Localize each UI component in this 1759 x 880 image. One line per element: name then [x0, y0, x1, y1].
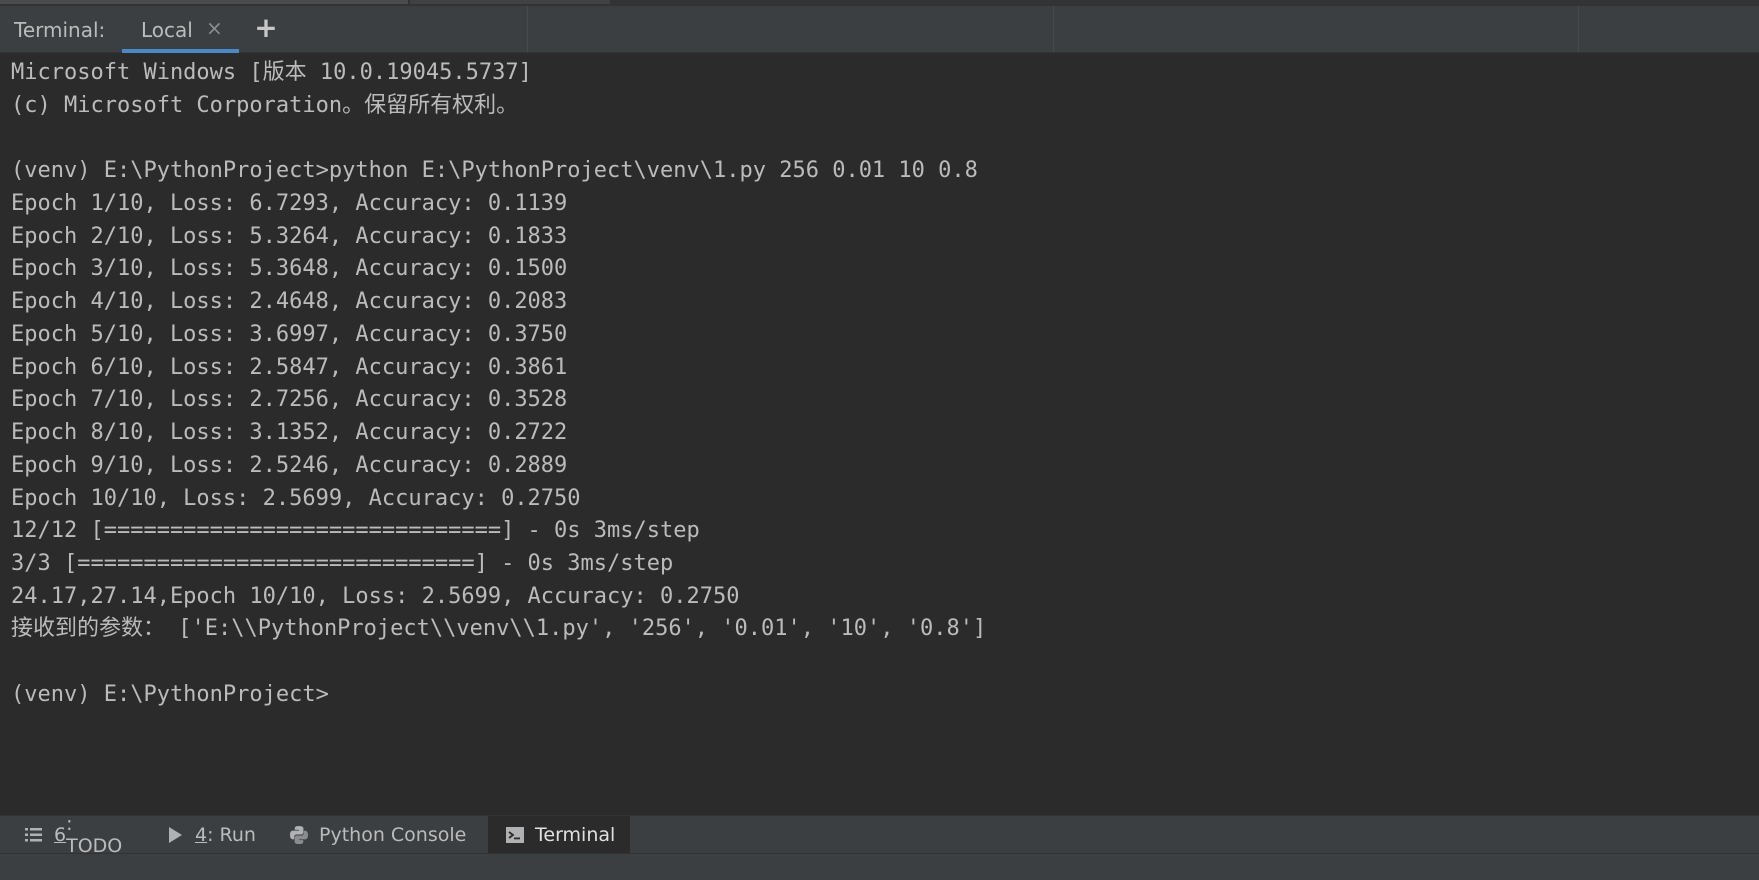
- terminal-line: Epoch 10/10, Loss: 2.5699, Accuracy: 0.2…: [11, 486, 581, 511]
- terminal-line: (venv) E:\PythonProject>python E:\Python…: [11, 158, 978, 183]
- terminal-line: 接收到的参数： ['E:\\PythonProject\\venv\\1.py'…: [11, 616, 987, 641]
- terminal-line: Epoch 4/10, Loss: 2.4648, Accuracy: 0.20…: [11, 289, 568, 314]
- list-icon: [24, 825, 44, 845]
- run-label: : Run: [207, 824, 256, 846]
- terminal-line: Epoch 1/10, Loss: 6.7293, Accuracy: 0.11…: [11, 191, 568, 216]
- todo-label: : TODO: [66, 813, 123, 857]
- header-divider: [1578, 6, 1579, 52]
- terminal-line: Epoch 2/10, Loss: 5.3264, Accuracy: 0.18…: [11, 224, 568, 249]
- todo-tool-button[interactable]: 6 : TODO: [12, 813, 134, 857]
- terminal-line: (c) Microsoft Corporation。保留所有权利。: [11, 93, 519, 118]
- terminal-line: 3/3 [==============================] - 0…: [11, 551, 674, 576]
- terminal-line: Epoch 3/10, Loss: 5.3648, Accuracy: 0.15…: [11, 256, 568, 281]
- terminal-line: Epoch 8/10, Loss: 3.1352, Accuracy: 0.27…: [11, 420, 568, 445]
- ide-window: Terminal: Local × + Microsoft Windows [版…: [0, 0, 1759, 880]
- tab-local[interactable]: Local ×: [122, 6, 239, 53]
- tab-local-label: Local: [141, 18, 193, 42]
- editor-scrollbar-secondary: [410, 0, 610, 4]
- terminal-prompt[interactable]: (venv) E:\PythonProject>: [11, 678, 329, 711]
- add-tab-button[interactable]: +: [254, 14, 278, 44]
- status-bar: [0, 853, 1759, 880]
- python-console-tool-button[interactable]: Python Console: [277, 816, 477, 854]
- header-divider: [527, 6, 528, 52]
- close-icon[interactable]: ×: [206, 18, 223, 38]
- terminal-icon: [505, 825, 525, 845]
- todo-shortcut: 6: [54, 824, 67, 846]
- terminal-line: Epoch 9/10, Loss: 2.5246, Accuracy: 0.28…: [11, 453, 568, 478]
- terminal-tool-label: Terminal: [535, 824, 616, 846]
- run-shortcut: 4: [195, 824, 208, 846]
- terminal-line: 12/12 [==============================] -…: [11, 518, 700, 543]
- header-divider: [1053, 6, 1054, 52]
- terminal-line: 24.17,27.14,Epoch 10/10, Loss: 2.5699, A…: [11, 584, 740, 609]
- terminal-line: Microsoft Windows [版本 10.0.19045.5737]: [11, 60, 532, 85]
- terminal-line: Epoch 5/10, Loss: 3.6997, Accuracy: 0.37…: [11, 322, 568, 347]
- python-icon: [289, 825, 309, 845]
- terminal-title: Terminal:: [14, 18, 106, 42]
- terminal-tab-header: Terminal: Local × +: [0, 6, 1759, 53]
- terminal-line: Epoch 7/10, Loss: 2.7256, Accuracy: 0.35…: [11, 387, 568, 412]
- python-console-label: Python Console: [319, 824, 467, 846]
- run-tool-button[interactable]: 4 : Run: [153, 816, 273, 854]
- editor-scrollbar[interactable]: [0, 0, 408, 4]
- terminal-output[interactable]: Microsoft Windows [版本 10.0.19045.5737] (…: [0, 53, 1759, 815]
- play-icon: [165, 825, 185, 845]
- terminal-line: Epoch 6/10, Loss: 2.5847, Accuracy: 0.38…: [11, 355, 568, 380]
- terminal-tool-button[interactable]: Terminal: [488, 816, 630, 854]
- tool-window-bar: 6 : TODO 4 : Run Python Console Terminal: [0, 813, 1759, 857]
